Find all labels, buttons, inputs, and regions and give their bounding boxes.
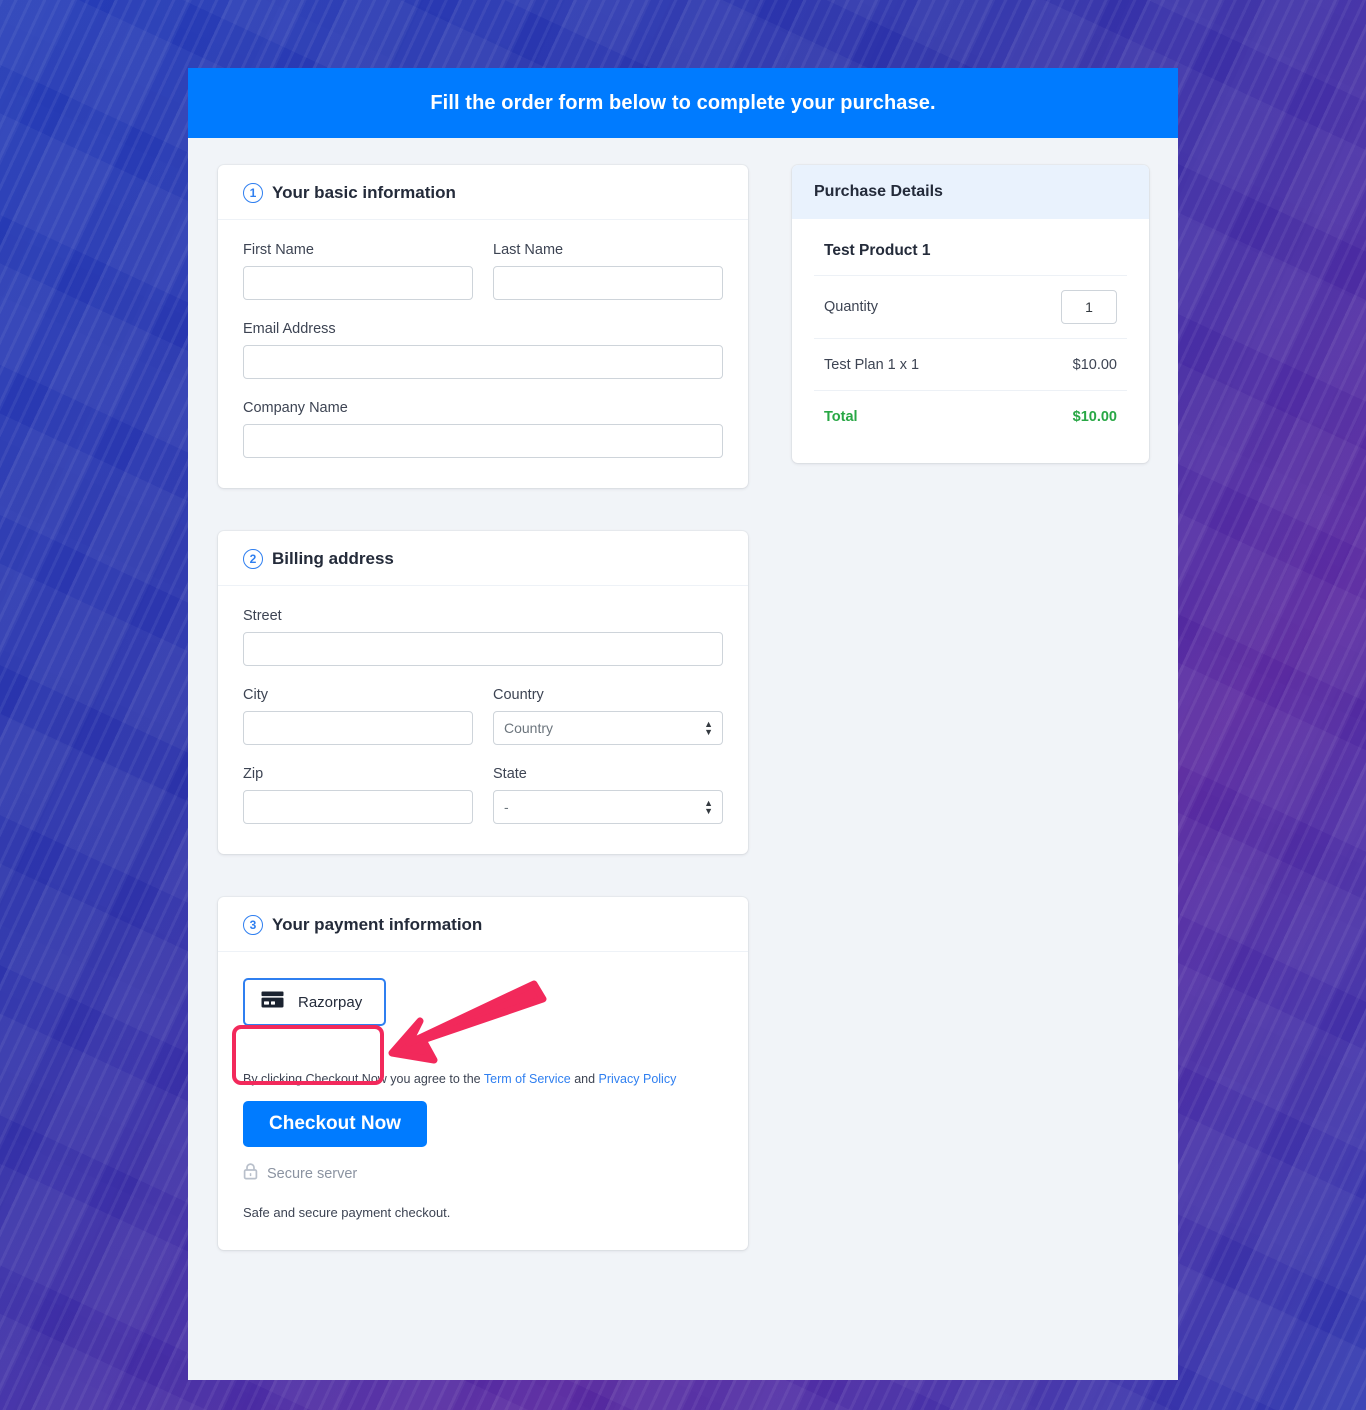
zip-label: Zip [243,766,264,782]
street-label: Street [243,608,282,624]
credit-card-icon [261,991,284,1013]
terms-middle: and [570,1072,599,1086]
checkout-body: 1 Your basic information First Name Last… [188,138,1178,1293]
country-field: Country Country ▲ ▼ [493,687,723,745]
country-select[interactable]: Country [493,711,723,745]
email-label: Email Address [243,321,336,337]
safe-checkout-note: Safe and secure payment checkout. [243,1205,451,1220]
purchase-details-body: Test Product 1 Quantity Test Plan 1 x 1 … [792,219,1149,463]
payment-information-header: 3 Your payment information [218,897,748,952]
name-field-row: First Name Last Name [243,242,723,321]
first-name-input[interactable] [243,266,473,300]
secure-server-row: Secure server [243,1163,723,1184]
last-name-field: Last Name [493,242,723,300]
street-input[interactable] [243,632,723,666]
first-name-label: First Name [243,242,314,258]
basic-information-header: 1 Your basic information [218,165,748,220]
plan-label: Test Plan 1 x 1 [824,356,920,373]
billing-address-body: Street City Country Country ▲ ▼ Zip Stat… [218,586,748,854]
zip-state-row: Zip State - ▲ ▼ [243,766,723,824]
zip-input[interactable] [243,790,473,824]
total-row: Total $10.00 [814,391,1127,443]
step-badge-2: 2 [243,549,263,569]
banner-text: Fill the order form below to complete yo… [430,91,936,114]
payment-information-title: Your payment information [272,915,483,934]
first-name-field: First Name [243,242,473,300]
quantity-input[interactable] [1061,290,1117,324]
last-name-label: Last Name [493,242,564,258]
secure-server-label: Secure server [267,1165,358,1182]
city-label: City [243,687,268,703]
payment-information-card: 3 Your payment information Razorpay By c… [218,897,748,1250]
city-country-row: City Country Country ▲ ▼ [243,687,723,766]
country-select-wrap: Country ▲ ▼ [493,711,723,745]
lock-icon [243,1163,258,1184]
street-field: Street [243,608,723,666]
step-badge-3: 3 [243,915,263,935]
purchase-details-panel: Purchase Details Test Product 1 Quantity… [792,165,1149,463]
state-label: State [493,766,527,782]
last-name-input[interactable] [493,266,723,300]
company-label: Company Name [243,400,348,416]
terms-text: By clicking Checkout Now you agree to th… [243,1072,723,1086]
company-input[interactable] [243,424,723,458]
terms-prefix: By clicking Checkout Now you agree to th… [243,1072,484,1086]
payment-information-body: Razorpay By clicking Checkout Now you ag… [218,952,748,1250]
billing-address-header: 2 Billing address [218,531,748,586]
zip-field: Zip [243,766,473,824]
terms-of-service-link[interactable]: Term of Service [484,1072,571,1086]
plan-price: $10.00 [1072,356,1117,373]
purchase-details-column: Purchase Details Test Product 1 Quantity… [792,165,1149,463]
razorpay-label: Razorpay [298,993,363,1011]
state-select[interactable]: - [493,790,723,824]
total-label: Total [824,409,858,425]
company-field: Company Name [243,400,723,458]
basic-information-card: 1 Your basic information First Name Last… [218,165,748,488]
country-label: Country [493,687,544,703]
page-banner: Fill the order form below to complete yo… [188,68,1178,138]
billing-address-card: 2 Billing address Street City Country Co… [218,531,748,854]
state-select-wrap: - ▲ ▼ [493,790,723,824]
total-price: $10.00 [1072,409,1117,425]
checkout-page-container: Fill the order form below to complete yo… [188,68,1178,1380]
razorpay-payment-option[interactable]: Razorpay [243,978,387,1026]
checkout-now-button[interactable]: Checkout Now [243,1101,427,1147]
purchase-details-heading: Purchase Details [792,165,1149,219]
state-field: State - ▲ ▼ [493,766,723,824]
step-badge-1: 1 [243,183,263,203]
email-input[interactable] [243,345,723,379]
quantity-label: Quantity [824,299,878,315]
product-name: Test Product 1 [814,225,1127,276]
city-input[interactable] [243,711,473,745]
email-field: Email Address [243,321,723,379]
form-column: 1 Your basic information First Name Last… [218,165,748,1293]
privacy-policy-link[interactable]: Privacy Policy [599,1072,677,1086]
basic-information-body: First Name Last Name Email Address Compa… [218,220,748,488]
plan-row: Test Plan 1 x 1 $10.00 [814,339,1127,391]
quantity-row: Quantity [814,276,1127,339]
city-field: City [243,687,473,745]
billing-address-title: Billing address [272,549,394,568]
basic-information-title: Your basic information [272,183,456,202]
